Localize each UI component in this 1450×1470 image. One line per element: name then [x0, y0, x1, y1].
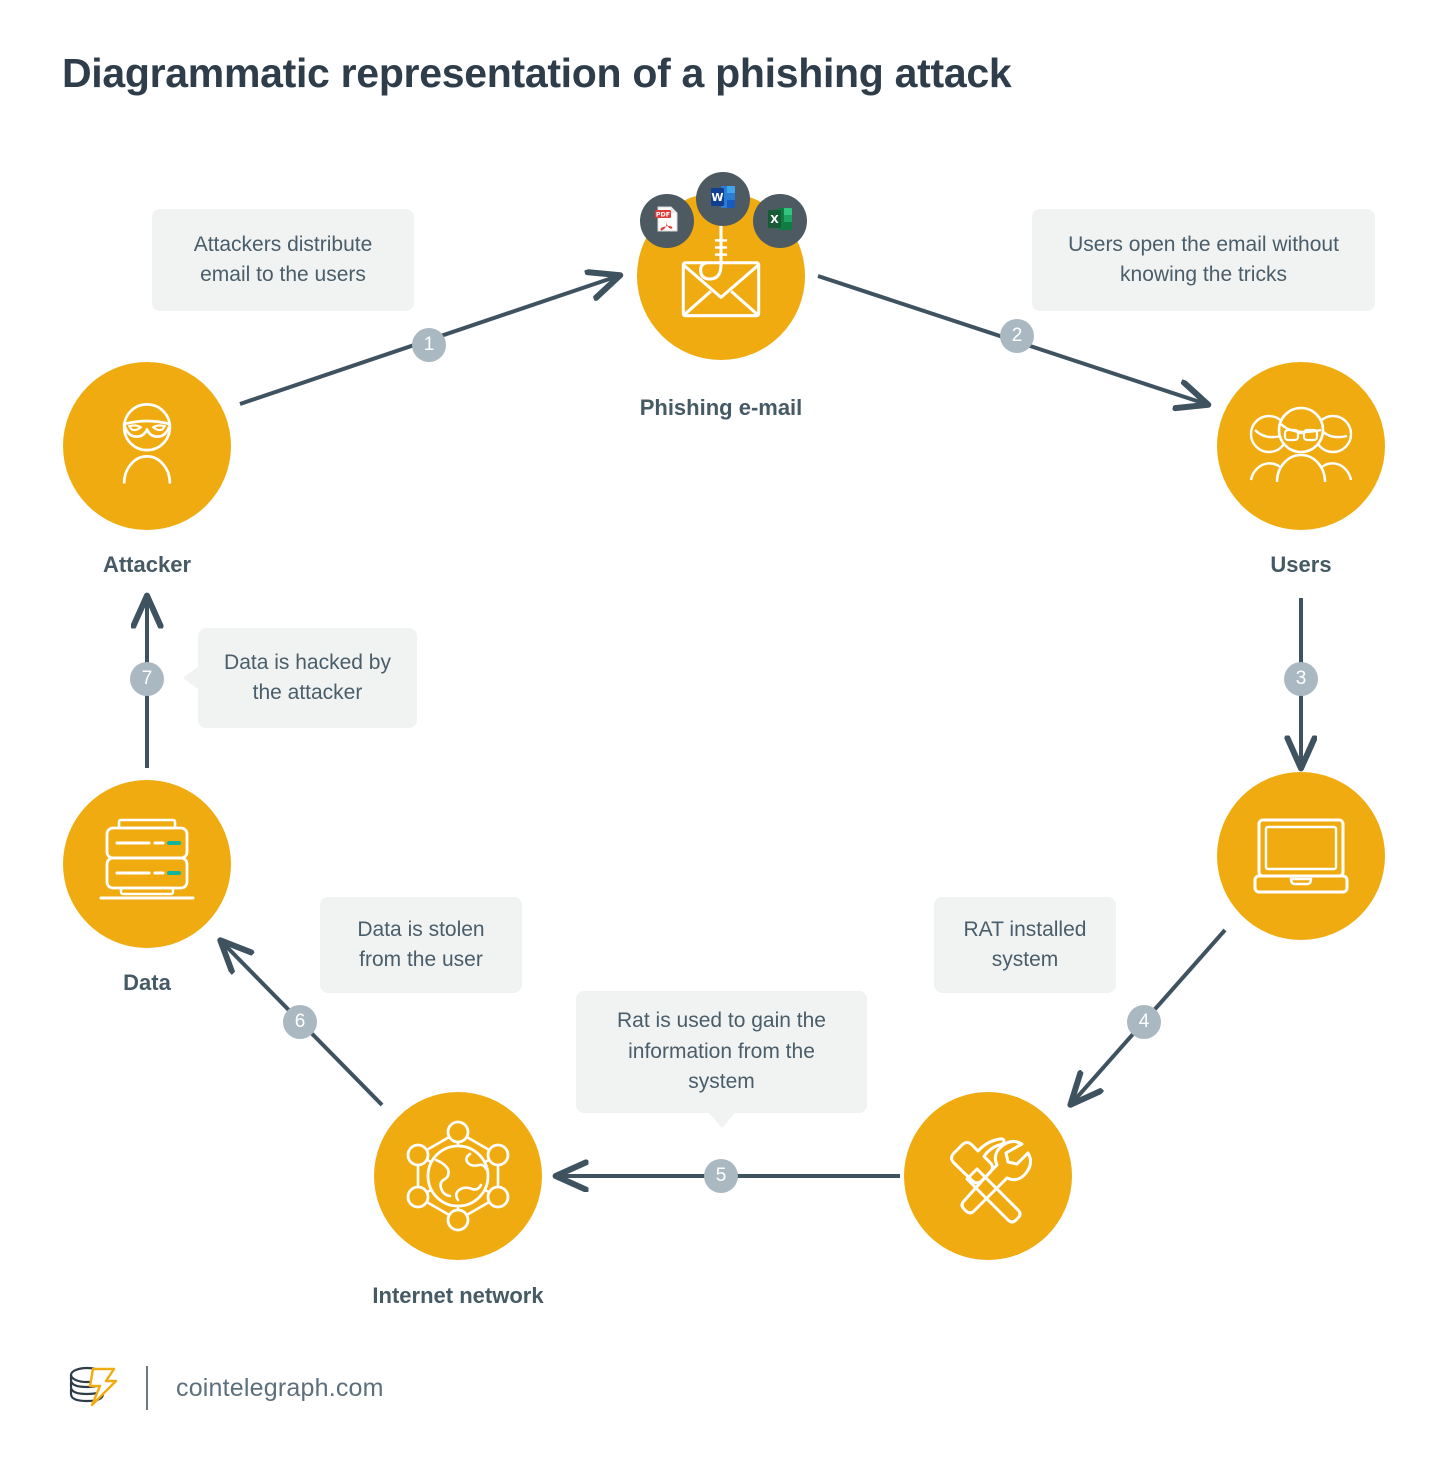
- callout-step-5: Rat is used to gain the information from…: [576, 991, 867, 1128]
- callout-step-1-text: Attackers distribute email to the users: [193, 232, 373, 286]
- laptop-icon: [1245, 810, 1357, 902]
- word-file-icon: W: [707, 181, 739, 218]
- node-internet-network[interactable]: [374, 1092, 542, 1260]
- step-badge-2: 2: [1000, 319, 1034, 353]
- node-laptop[interactable]: [1217, 772, 1385, 940]
- callout-step-7-tail: [183, 666, 199, 690]
- attachment-pdf[interactable]: PDF: [640, 194, 694, 248]
- callout-step-4-text: RAT installed system: [963, 917, 1087, 971]
- callout-step-6-text: Data is stolen from the user: [357, 917, 485, 971]
- step-badge-4: 4: [1127, 1005, 1161, 1039]
- callout-step-7-text: Data is hacked by the attacker: [224, 650, 391, 704]
- group-of-people-icon: [1243, 394, 1359, 498]
- node-users[interactable]: [1217, 362, 1385, 530]
- footer: cointelegraph.com: [62, 1358, 384, 1418]
- node-label-phishing-email: Phishing e-mail: [639, 395, 803, 420]
- callout-step-1: Attackers distribute email to the users: [152, 209, 414, 311]
- callout-step-5-tail: [707, 1112, 736, 1128]
- callout-step-7: Data is hacked by the attacker: [183, 628, 417, 728]
- svg-text:PDF: PDF: [656, 210, 670, 218]
- hammer-wrench-icon: [934, 1122, 1042, 1230]
- excel-file-icon: X: [764, 203, 796, 240]
- node-label-users: Users: [1270, 552, 1332, 577]
- server-database-icon: [91, 814, 203, 914]
- step-badge-3: 3: [1284, 662, 1318, 696]
- globe-network-icon: [398, 1116, 518, 1236]
- step-badge-5: 5: [704, 1159, 738, 1193]
- attachment-word[interactable]: W: [696, 172, 750, 226]
- node-label-data: Data: [123, 970, 171, 995]
- callout-step-6: Data is stolen from the user: [320, 897, 522, 993]
- node-rat-tools[interactable]: [904, 1092, 1072, 1260]
- footer-site-label: cointelegraph.com: [176, 1373, 384, 1402]
- cointelegraph-logo-icon: [62, 1357, 120, 1420]
- callout-step-2: Users open the email without knowing the…: [1032, 209, 1375, 311]
- step-badge-1: 1: [412, 328, 446, 362]
- svg-text:W: W: [711, 191, 723, 204]
- node-label-attacker: Attacker: [102, 552, 192, 577]
- step-badge-6: 6: [283, 1005, 317, 1039]
- node-attacker[interactable]: [63, 362, 231, 530]
- node-data[interactable]: [63, 780, 231, 948]
- masked-person-icon: [95, 394, 199, 498]
- step-badge-7: 7: [130, 662, 164, 696]
- attachment-excel[interactable]: X: [753, 194, 807, 248]
- svg-text:X: X: [770, 213, 779, 226]
- pdf-file-icon: PDF: [651, 203, 683, 240]
- callout-step-5-text: Rat is used to gain the information from…: [617, 1009, 826, 1094]
- callout-step-2-text: Users open the email without knowing the…: [1068, 232, 1339, 286]
- page-title: Diagrammatic representation of a phishin…: [62, 50, 1012, 96]
- callout-step-4: RAT installed system: [934, 897, 1116, 993]
- footer-divider: [146, 1366, 148, 1410]
- node-label-internet-network: Internet network: [372, 1283, 544, 1308]
- diagram-canvas: Diagrammatic representation of a phishin…: [0, 0, 1450, 1470]
